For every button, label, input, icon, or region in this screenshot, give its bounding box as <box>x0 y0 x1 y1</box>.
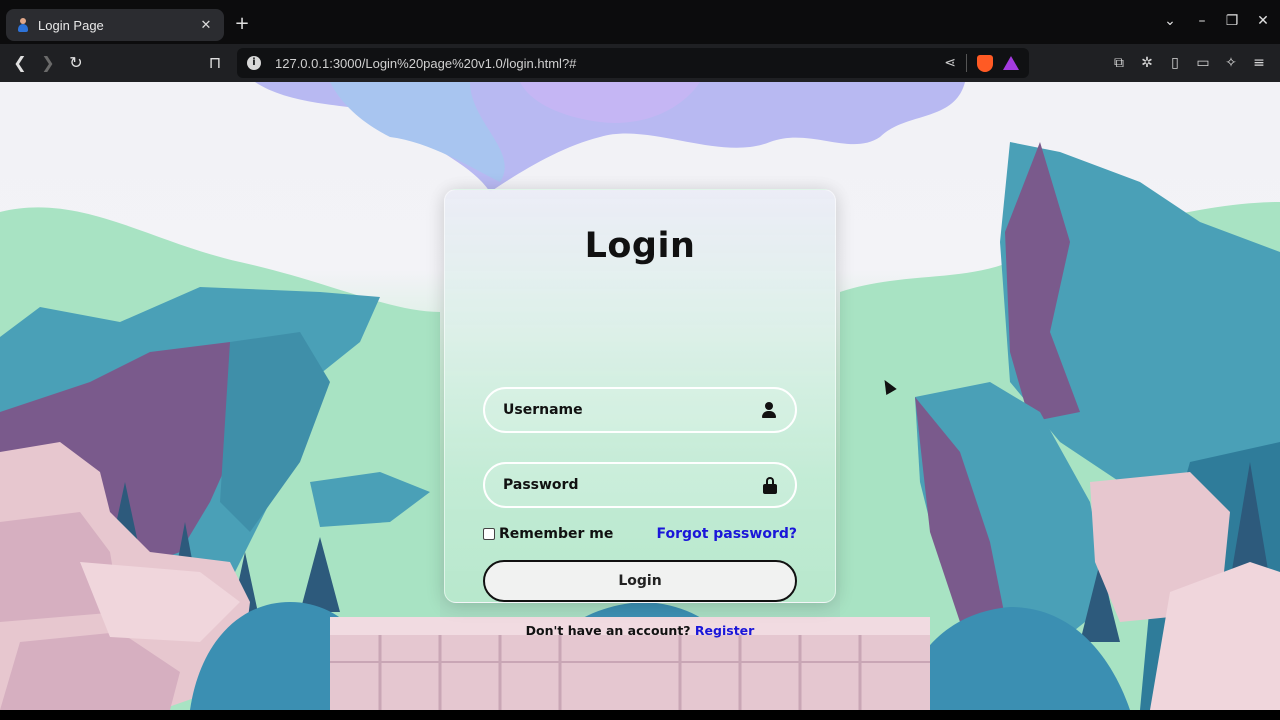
browser-toolbar: ❮ ❯ ↻ ⊓ i 127.0.0.1:3000/Login%20page%20… <box>0 44 1280 82</box>
login-card: Login Remember me Forgot password? Login… <box>444 189 836 638</box>
page-background: Login Remember me Forgot password? Login… <box>0 82 1280 710</box>
tab-search-icon[interactable]: ⌄ <box>1159 13 1181 29</box>
divider <box>966 54 967 72</box>
bookmark-icon[interactable]: ⊓ <box>204 52 226 74</box>
screen-bottom-edge <box>0 710 1280 720</box>
login-title: Login <box>584 226 696 266</box>
browser-tab[interactable]: Login Page ✕ <box>6 9 224 41</box>
site-info-icon[interactable]: i <box>247 56 261 70</box>
login-button[interactable]: Login <box>483 560 797 602</box>
password-input[interactable] <box>503 477 763 493</box>
register-link[interactable]: Register <box>695 623 754 638</box>
extensions-icon[interactable]: ✲ <box>1138 54 1156 72</box>
back-arrow-icon[interactable]: ❮ <box>9 52 31 74</box>
user-icon <box>761 402 777 418</box>
minimize-button[interactable]: – <box>1191 13 1213 29</box>
username-field[interactable] <box>483 387 797 433</box>
register-prompt: Don't have an account? Register <box>445 623 835 638</box>
username-input[interactable] <box>503 402 761 418</box>
password-field[interactable] <box>483 462 797 508</box>
register-prompt-text: Don't have an account? <box>525 623 691 638</box>
lock-icon <box>763 476 777 494</box>
wallet-icon[interactable]: ▭ <box>1194 54 1212 72</box>
new-tab-button[interactable]: + <box>232 14 252 34</box>
address-bar[interactable]: i 127.0.0.1:3000/Login%20page%20v1.0/log… <box>237 48 1029 78</box>
share-icon[interactable]: ⋖ <box>944 55 956 71</box>
translate-icon[interactable]: ⧉ <box>1110 54 1128 72</box>
sidebar-icon[interactable]: ▯ <box>1166 54 1184 72</box>
brave-rewards-icon[interactable] <box>1003 56 1019 70</box>
tab-title: Login Page <box>38 17 104 33</box>
menu-icon[interactable]: ≡ <box>1250 54 1268 72</box>
person-favicon-icon <box>16 18 30 32</box>
forgot-password-link[interactable]: Forgot password? <box>657 526 797 542</box>
leo-ai-icon[interactable]: ✧ <box>1222 54 1240 72</box>
remember-me-row[interactable]: Remember me <box>483 526 613 542</box>
remember-me-checkbox[interactable] <box>483 528 495 540</box>
remember-me-label[interactable]: Remember me <box>499 526 613 542</box>
url-text[interactable]: 127.0.0.1:3000/Login%20page%20v1.0/login… <box>275 56 944 71</box>
reload-icon[interactable]: ↻ <box>65 52 87 74</box>
close-window-button[interactable]: ✕ <box>1252 13 1274 29</box>
brave-shields-icon[interactable] <box>977 54 993 72</box>
browser-tab-bar: Login Page ✕ + ⌄ – ❐ ✕ <box>0 0 1280 50</box>
tab-close-icon[interactable]: ✕ <box>198 18 214 33</box>
forward-arrow-icon[interactable]: ❯ <box>37 52 59 74</box>
maximize-button[interactable]: ❐ <box>1221 13 1243 29</box>
